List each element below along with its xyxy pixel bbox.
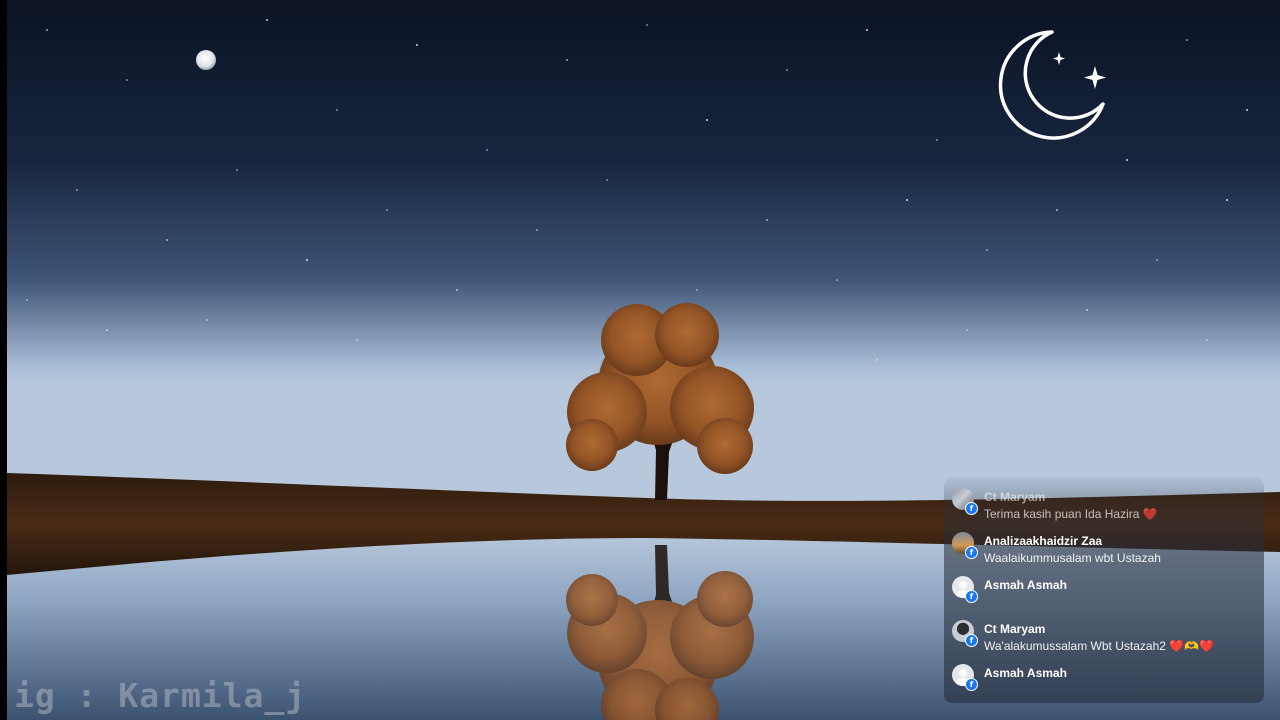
facebook-icon: f (965, 502, 978, 515)
commenter-avatar: f (952, 576, 978, 603)
live-comments-panel: f Ct Maryam Terima kasih puan Ida Hazira… (944, 477, 1264, 703)
facebook-icon: f (965, 678, 978, 691)
facebook-icon: f (965, 634, 978, 647)
instagram-watermark: ig : Karmila_j (14, 676, 307, 715)
comment-text: Waalaikummusalam wbt Ustazah (984, 551, 1161, 565)
video-stage: ig : Karmila_j f Ct Maryam Terima kasih … (0, 0, 1280, 720)
comment-item: f Asmah Asmah (952, 657, 1258, 697)
commenter-avatar: f (952, 488, 978, 515)
facebook-icon: f (965, 590, 978, 603)
commenter-name: Asmah Asmah (984, 666, 1067, 680)
commenter-name: Analizaakhaidzir Zaa (984, 534, 1103, 548)
commenter-avatar: f (952, 532, 978, 559)
crescent-moon-stars-icon (998, 30, 1106, 140)
commenter-avatar: f (952, 664, 978, 691)
comment-item: f Analizaakhaidzir Zaa Waalaikummusalam … (952, 525, 1258, 565)
left-black-bar (0, 0, 7, 720)
comment-text: Terima kasih puan Ida Hazira ❤️ (984, 507, 1158, 521)
commenter-name: Ct Maryam (984, 622, 1046, 636)
comment-text: Wa'alakumussalam Wbt Ustazah2 ❤️🫶❤️ (984, 639, 1215, 653)
commenter-avatar: f (952, 620, 978, 647)
facebook-icon: f (965, 546, 978, 559)
commenter-name: Ct Maryam (984, 490, 1046, 504)
comment-item: f Ct Maryam Terima kasih puan Ida Hazira… (952, 481, 1258, 521)
comment-item: f Ct Maryam Wa'alakumussalam Wbt Ustazah… (952, 613, 1258, 653)
comment-item: f Asmah Asmah (952, 569, 1258, 609)
commenter-name: Asmah Asmah (984, 578, 1067, 592)
